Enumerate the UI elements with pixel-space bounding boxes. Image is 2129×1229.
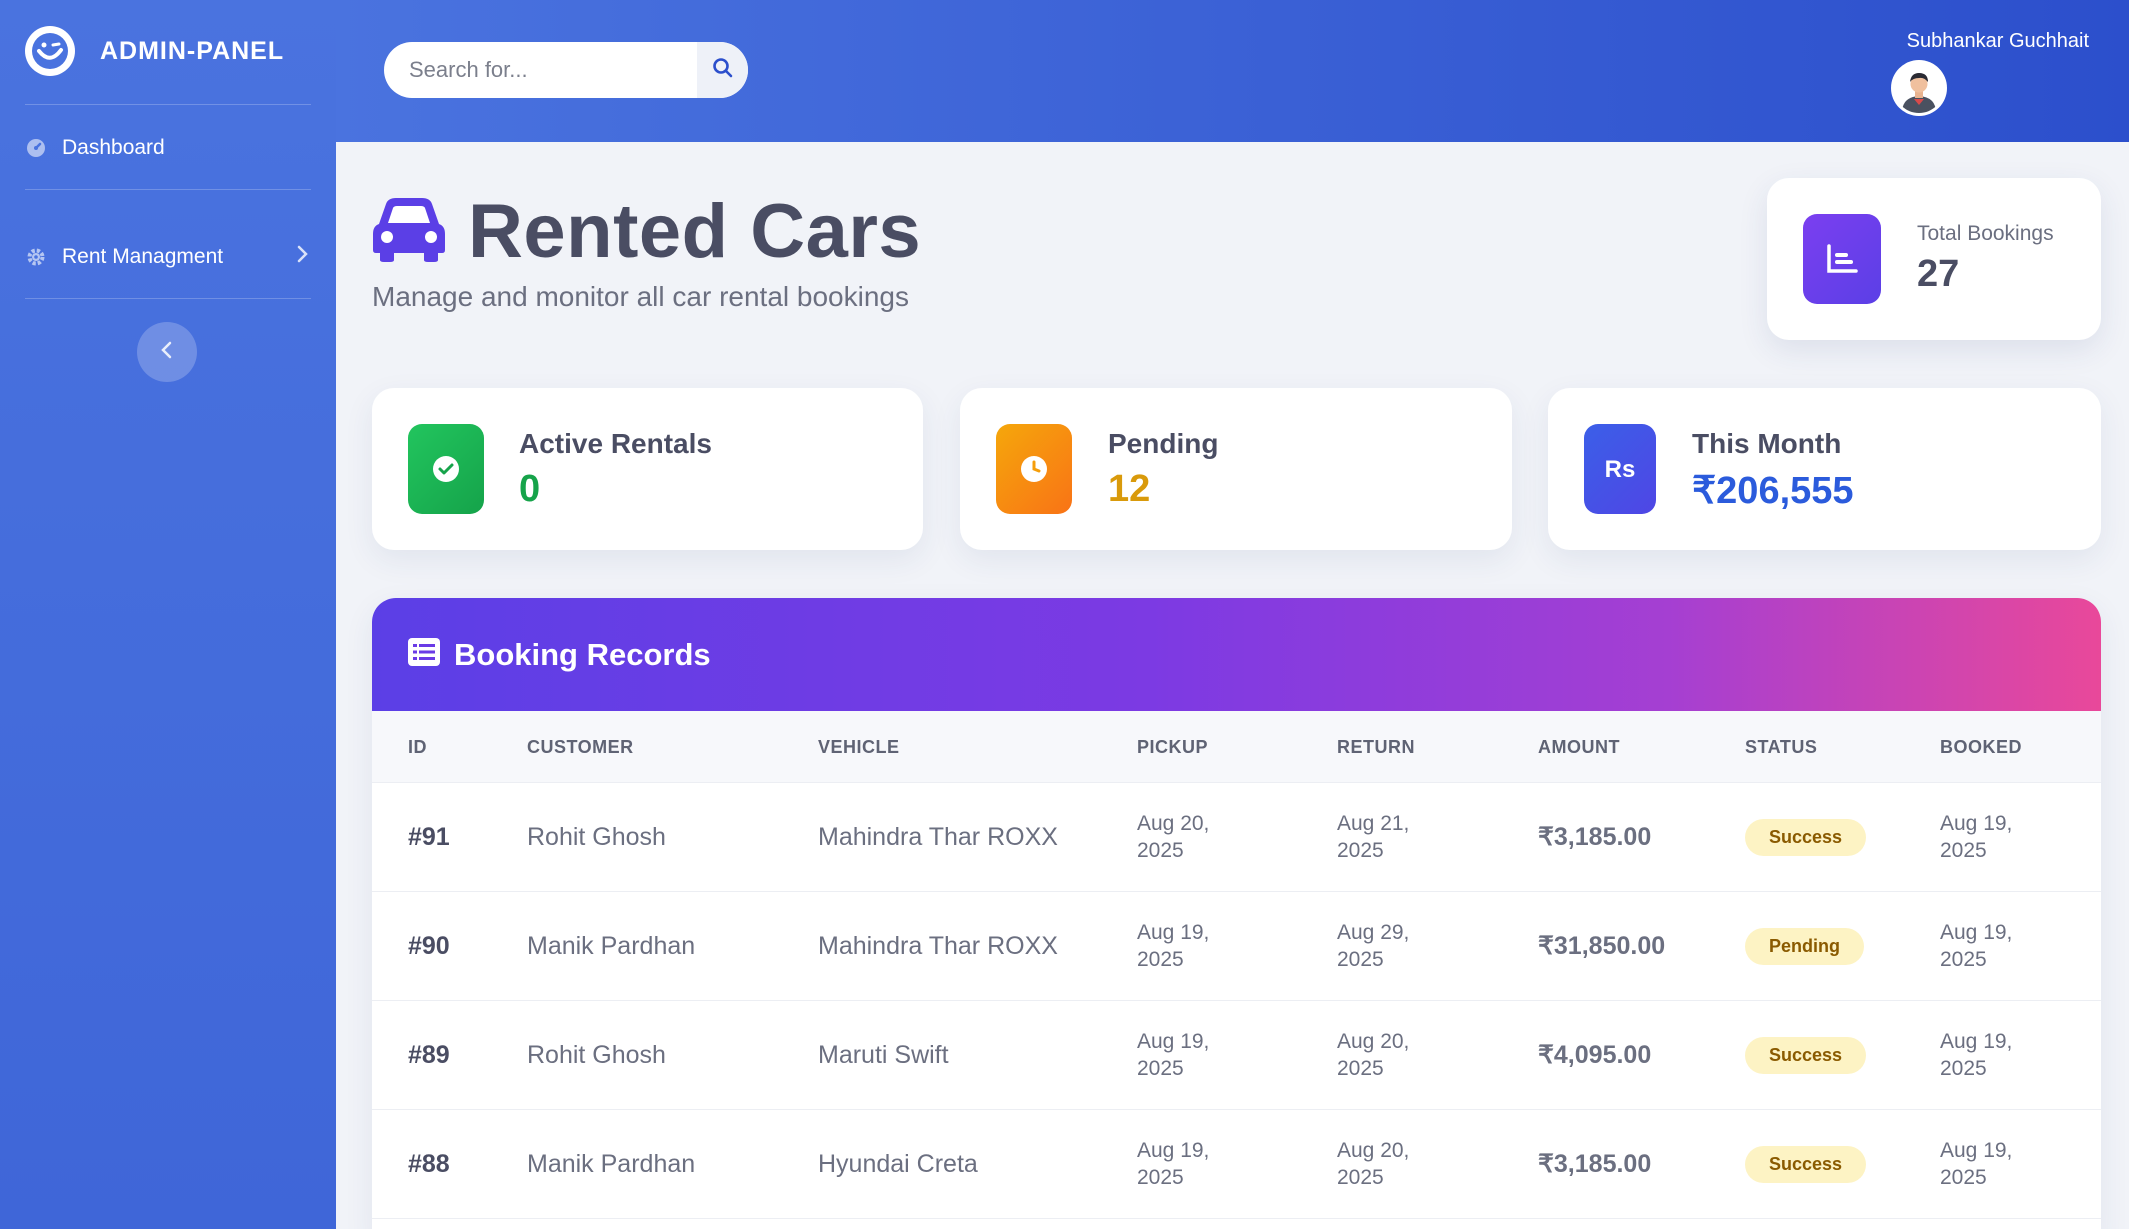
cell-id: #89: [408, 1040, 450, 1069]
search-icon: [712, 57, 734, 84]
stat-card-pending: Pending 12: [960, 388, 1512, 550]
stat-card-this-month: Rs This Month ₹206,555: [1548, 388, 2101, 550]
total-bookings-value: 27: [1917, 253, 1960, 295]
cell-id: #88: [408, 1149, 450, 1178]
stat-value: 12: [1108, 468, 1151, 510]
search-button[interactable]: [697, 42, 748, 98]
cell-status: Success: [1745, 1001, 1867, 1110]
cell-pickup: Aug 19, 2025: [1137, 921, 1210, 971]
chevron-right-icon: [295, 244, 309, 270]
sidebar-divider: [25, 298, 311, 299]
page-title: Rented Cars: [372, 188, 921, 275]
stat-value: 0: [519, 468, 541, 510]
cell-amount: ₹31,850.00: [1538, 931, 1666, 960]
stat-label: Pending: [1108, 428, 1219, 459]
table-row[interactable]: #90 Manik Pardhan Mahindra Thar ROXX Aug…: [372, 892, 2101, 1001]
car-icon: [372, 196, 446, 267]
cell-return: Aug 20, 2025: [1337, 1139, 1410, 1189]
column-header-return[interactable]: RETURN: [1337, 711, 1415, 783]
status-badge: Success: [1745, 1146, 1867, 1183]
clock-icon: [996, 424, 1072, 514]
brand[interactable]: ADMIN-PANEL: [25, 25, 284, 77]
column-header-vehicle[interactable]: VEHICLE: [818, 711, 900, 783]
page-header: Rented Cars Manage and monitor all car r…: [372, 188, 921, 313]
sidebar-divider: [25, 189, 311, 190]
cell-status: Pending: [1745, 892, 1864, 1001]
sidebar: ADMIN-PANEL Dashboard Rent Managment: [0, 0, 336, 1229]
stat-label: Active Rentals: [519, 428, 712, 459]
sidebar-item-label: Dashboard: [62, 136, 165, 159]
cell-return: Aug 20, 2025: [1337, 1030, 1410, 1080]
topbar: Subhankar Guchhait: [336, 0, 2129, 142]
cell-booked: Aug 19, 2025: [1940, 921, 2013, 971]
table-row[interactable]: #88 Manik Pardhan Hyundai Creta Aug 19, …: [372, 1110, 2101, 1219]
cell-vehicle: Mahindra Thar ROXX: [818, 931, 1058, 960]
svg-text:Rs: Rs: [1605, 456, 1636, 482]
sidebar-item-dashboard[interactable]: Dashboard: [25, 128, 311, 168]
list-icon: [408, 638, 440, 671]
cell-status: Success: [1745, 783, 1867, 892]
gear-icon: [25, 246, 47, 268]
chevron-left-icon: [160, 340, 174, 365]
column-header-id[interactable]: ID: [408, 711, 427, 783]
brand-logo-icon: [25, 26, 75, 76]
stat-value: ₹206,555: [1692, 470, 1854, 512]
rupee-icon: Rs: [1584, 424, 1656, 514]
column-header-amount[interactable]: AMOUNT: [1538, 711, 1620, 783]
cell-pickup: Aug 19, 2025: [1137, 1139, 1210, 1189]
check-circle-icon: [408, 424, 484, 514]
table-header: ID CUSTOMER VEHICLE PICKUP RETURN AMOUNT…: [372, 711, 2101, 783]
chart-icon: [1803, 214, 1881, 304]
search-input[interactable]: [384, 42, 697, 98]
user-name[interactable]: Subhankar Guchhait: [1907, 30, 2089, 53]
cell-customer: Manik Pardhan: [527, 1149, 696, 1178]
stat-card-active-rentals: Active Rentals 0: [372, 388, 923, 550]
cell-booked: Aug 19, 2025: [1940, 1030, 2013, 1080]
cell-return: Aug 29, 2025: [1337, 921, 1410, 971]
booking-records: Booking Records ID CUSTOMER VEHICLE PICK…: [372, 598, 2101, 1229]
cell-booked: Aug 19, 2025: [1940, 1139, 2013, 1189]
sidebar-toggle-button[interactable]: [137, 322, 197, 382]
cell-vehicle: Hyundai Creta: [818, 1149, 978, 1178]
cell-vehicle: Maruti Swift: [818, 1040, 949, 1069]
status-badge: Pending: [1745, 928, 1864, 965]
column-header-pickup[interactable]: PICKUP: [1137, 711, 1208, 783]
column-header-status[interactable]: STATUS: [1745, 711, 1817, 783]
dashboard-icon: [25, 137, 47, 159]
column-header-customer[interactable]: CUSTOMER: [527, 711, 634, 783]
avatar[interactable]: [1891, 60, 1947, 116]
page-subtitle: Manage and monitor all car rental bookin…: [372, 281, 909, 312]
column-header-booked[interactable]: BOOKED: [1940, 711, 2022, 783]
total-bookings-label: Total Bookings: [1917, 222, 2054, 245]
brand-name: ADMIN-PANEL: [100, 36, 285, 65]
cell-pickup: Aug 20, 2025: [1137, 812, 1210, 862]
cell-status: Success: [1745, 1110, 1867, 1219]
stat-label: This Month: [1692, 428, 1842, 459]
page-title-text: Rented Cars: [468, 189, 922, 274]
cell-pickup: Aug 19, 2025: [1137, 1030, 1210, 1080]
cell-customer: Rohit Ghosh: [527, 1040, 666, 1069]
search-bar: [384, 42, 748, 98]
cell-amount: ₹4,095.00: [1538, 1040, 1652, 1069]
booking-records-header: Booking Records: [372, 598, 2101, 711]
status-badge: Success: [1745, 819, 1867, 856]
table-row[interactable]: #91 Rohit Ghosh Mahindra Thar ROXX Aug 2…: [372, 783, 2101, 892]
cell-customer: Rohit Ghosh: [527, 822, 666, 851]
sidebar-item-label: Rent Managment: [62, 245, 224, 268]
cell-id: #90: [408, 931, 450, 960]
total-bookings-card: Total Bookings 27: [1767, 178, 2101, 340]
cell-return: Aug 21, 2025: [1337, 812, 1410, 862]
cell-vehicle: Mahindra Thar ROXX: [818, 822, 1058, 851]
cell-booked: Aug 19, 2025: [1940, 812, 2013, 862]
sidebar-divider: [25, 104, 311, 105]
cell-customer: Manik Pardhan: [527, 931, 696, 960]
cell-amount: ₹3,185.00: [1538, 1149, 1652, 1178]
status-badge: Success: [1745, 1037, 1867, 1074]
cell-id: #91: [408, 822, 450, 851]
booking-records-title: Booking Records: [454, 636, 711, 672]
sidebar-item-rent-management[interactable]: Rent Managment: [25, 237, 311, 277]
table-row[interactable]: #89 Rohit Ghosh Maruti Swift Aug 19, 202…: [372, 1001, 2101, 1110]
cell-amount: ₹3,185.00: [1538, 822, 1652, 851]
